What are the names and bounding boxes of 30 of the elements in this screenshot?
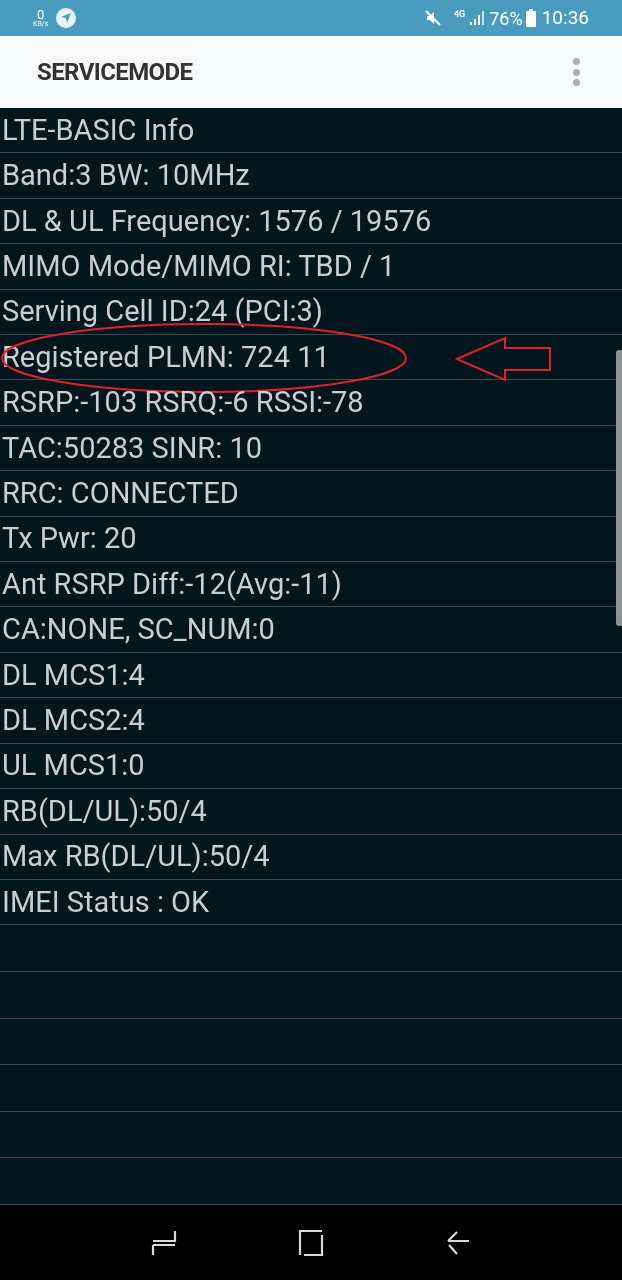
home-icon[interactable] <box>298 1228 324 1257</box>
speed-value: 0 <box>36 8 45 21</box>
info-line: IMEI Status : OK <box>1 887 210 917</box>
clock: 10:36 <box>541 4 589 31</box>
info-line: RRC: CONNECTED <box>1 478 239 508</box>
network-type: 4G <box>453 8 466 22</box>
battery-percent: 76% <box>489 6 523 31</box>
info-line: DL MCS1:4 <box>1 660 145 690</box>
info-line: LTE-BASIC Info <box>1 115 195 145</box>
info-line: Band:3 BW: 10MHz <box>1 161 250 191</box>
info-line: DL MCS2:4 <box>1 706 145 735</box>
info-line: Ant RSRP Diff:-12(Avg:-11) <box>1 569 342 599</box>
info-line: UL MCS1:0 <box>1 751 145 781</box>
info-line: Max RB(DL/UL):50/4 <box>1 842 270 872</box>
signal-icon <box>469 10 486 26</box>
info-line: MIMO Mode/MIMO RI: TBD / 1 <box>1 251 396 281</box>
send-icon <box>56 8 77 28</box>
info-line: Serving Cell ID:24 (PCI:3) <box>1 297 323 327</box>
recent-apps-icon[interactable] <box>150 1228 177 1257</box>
mute-icon <box>423 9 442 27</box>
info-line: CA:NONE, SC_NUM:0 <box>1 615 275 645</box>
info-line: DL & UL Frequency: 1576 / 19576 <box>1 206 432 236</box>
app-title: SERVICEMODE <box>37 57 194 88</box>
battery-icon <box>525 9 536 27</box>
info-line: RSRP:-103 RSRQ:-6 RSSI:-78 <box>1 388 364 418</box>
back-icon[interactable] <box>445 1228 472 1257</box>
info-line: Tx Pwr: 20 <box>1 524 137 554</box>
info-line: TAC:50283 SINR: 10 <box>1 433 262 463</box>
info-line: Registered PLMN: 724 11 <box>1 342 330 372</box>
info-line: RB(DL/UL):50/4 <box>1 796 207 826</box>
